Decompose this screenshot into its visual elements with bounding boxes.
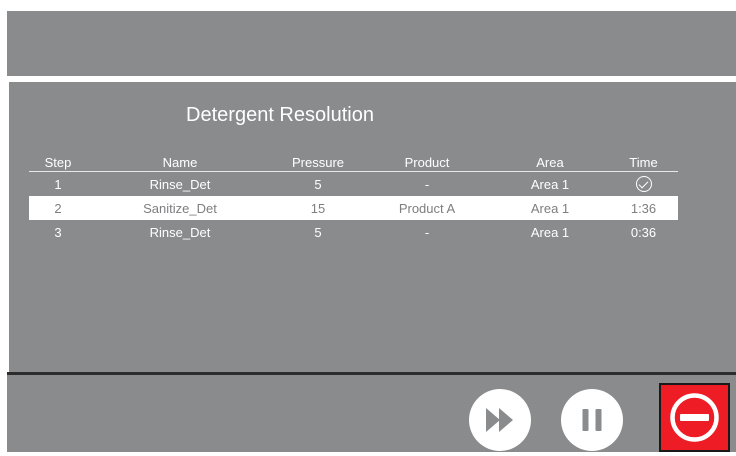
cell-time — [609, 172, 678, 197]
table-row[interactable]: 3 Rinse_Det 5 - Area 1 0:36 — [29, 220, 678, 244]
cell-product: - — [424, 224, 430, 240]
table-row[interactable]: 1 Rinse_Det 5 - Area 1 — [29, 172, 678, 197]
fast-forward-icon — [486, 408, 513, 432]
table-row-selected[interactable]: 2 Sanitize_Det 15 Product A Area 1 1:36 — [29, 196, 678, 220]
header-name: Name — [87, 153, 273, 172]
bottom-control-bar — [7, 372, 736, 452]
stop-icon — [670, 393, 719, 442]
cell-area: Area 1 — [491, 196, 609, 220]
cell-name: Sanitize_Det — [87, 196, 273, 220]
header-pressure: Pressure — [273, 153, 363, 172]
cell-pressure: 5 — [314, 224, 322, 240]
cell-step: 3 — [54, 224, 62, 240]
cell-area: Area 1 — [530, 176, 570, 192]
cell-pressure: 15 — [273, 196, 363, 220]
cell-product: - — [424, 176, 430, 192]
table-header-row: Step Name Pressure Product Area Time — [29, 153, 678, 172]
pause-button[interactable] — [561, 389, 623, 451]
cell-product: Product A — [363, 196, 491, 220]
steps-table: Step Name Pressure Product Area Time 1 R… — [29, 153, 678, 244]
cell-time: 1:36 — [609, 196, 678, 220]
cell-step: 1 — [54, 176, 62, 192]
cell-pressure: 5 — [314, 176, 322, 192]
header-product: Product — [363, 153, 491, 172]
skip-step-button[interactable] — [469, 389, 531, 451]
cell-time: 0:36 — [630, 224, 657, 240]
cell-area: Area 1 — [530, 224, 570, 240]
header-time: Time — [609, 153, 678, 172]
checkmark-circle-icon — [635, 176, 652, 193]
stop-button[interactable] — [659, 383, 730, 452]
top-bar — [7, 11, 736, 76]
cell-step: 2 — [29, 196, 87, 220]
cell-name: Rinse_Det — [149, 176, 211, 192]
header-area: Area — [491, 153, 609, 172]
panel-title: Detergent Resolution — [186, 104, 374, 126]
pause-icon — [582, 409, 602, 431]
cell-name: Rinse_Det — [149, 224, 211, 240]
header-step: Step — [29, 153, 87, 172]
